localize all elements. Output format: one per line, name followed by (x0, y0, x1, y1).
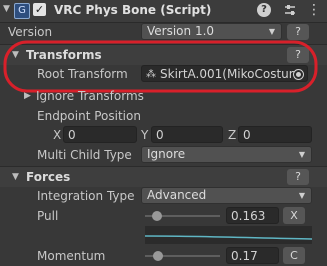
pull-value-input[interactable]: 0.163 (226, 207, 279, 224)
pull-slider-thumb[interactable] (152, 211, 163, 221)
multi-child-label: Multi Child Type (37, 148, 132, 162)
y-label: Y (141, 128, 149, 142)
component-title: VRC Phys Bone (Script) (54, 3, 212, 17)
integration-type-label: Integration Type (37, 189, 135, 203)
endpoint-position-label: Endpoint Position (37, 109, 141, 123)
chevron-down-icon: ▼ (298, 191, 305, 200)
multi-child-row: Multi Child Type Ignore ▼ (0, 145, 327, 165)
forces-help-button[interactable]: ? (287, 169, 309, 185)
integration-type-row: Integration Type Advanced ▼ (0, 186, 327, 206)
x-input[interactable]: 0 (63, 126, 137, 143)
multi-child-dropdown[interactable]: Ignore ▼ (141, 146, 312, 163)
integration-type-dropdown[interactable]: Advanced ▼ (141, 187, 312, 204)
foldout-arrow-icon[interactable]: ▶ (24, 86, 31, 106)
component-header: ▼ G ✓ VRC Phys Bone (Script) ? ⋮ (0, 0, 327, 23)
ignore-transforms-label: Ignore Transforms (36, 89, 144, 103)
momentum-curve-button[interactable]: C (283, 247, 305, 264)
help-icon[interactable]: ? (257, 3, 271, 17)
ignore-transforms-row[interactable]: ▶ Ignore Transforms (0, 86, 327, 106)
z-label: Z (228, 128, 237, 142)
pull-curve-preview[interactable] (145, 226, 312, 244)
version-value: Version 1.0 (147, 24, 215, 38)
chevron-down-icon: ▼ (268, 27, 275, 36)
momentum-slider-thumb[interactable] (152, 251, 163, 261)
multi-child-value: Ignore (147, 147, 186, 161)
chevron-down-icon: ▼ (298, 150, 305, 159)
more-icon[interactable]: ⋮ (307, 0, 321, 20)
script-icon: G (14, 3, 30, 19)
x-label: X (53, 128, 62, 142)
momentum-row: Momentum 0.17 C (0, 246, 327, 266)
momentum-label: Momentum (37, 249, 106, 263)
foldout-arrow-icon[interactable]: ▼ (12, 167, 19, 187)
y-input[interactable]: 0 (151, 126, 223, 143)
z-input[interactable]: 0 (238, 126, 312, 143)
pull-row: Pull 0.163 X (0, 206, 327, 226)
momentum-value-input[interactable]: 0.17 (226, 247, 279, 264)
enabled-checkbox[interactable]: ✓ (33, 3, 46, 16)
endpoint-xyz-row: X 0 Y 0 Z 0 (0, 125, 327, 145)
pull-label: Pull (37, 209, 59, 223)
pull-curve-button[interactable]: X (283, 207, 305, 224)
forces-title: Forces (26, 170, 71, 184)
integration-type-value: Advanced (147, 188, 207, 202)
endpoint-label-row: Endpoint Position (0, 106, 327, 126)
presets-icon[interactable] (283, 3, 297, 17)
foldout-arrow-icon[interactable]: ▼ (3, 4, 10, 14)
forces-section-header[interactable]: ▼ Forces ? (0, 166, 327, 187)
